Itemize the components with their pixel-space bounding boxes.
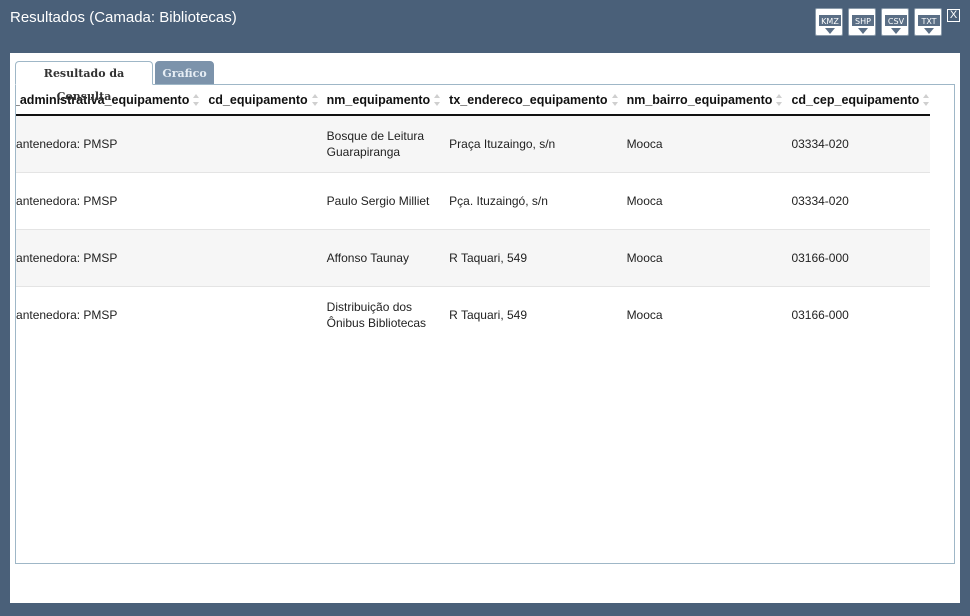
tab-resultado-da-consulta[interactable]: Resultado da Consulta: [15, 61, 153, 103]
svg-text:SHP: SHP: [855, 17, 871, 26]
cell-esfera: Unidade mantenedora: PMSP: [16, 172, 201, 230]
cell-nm: Distribuição dos Ônibus Bibliotecas: [318, 286, 442, 343]
results-table-viewport[interactable]: tx_esfera_administrativa_equipamento cd_…: [16, 85, 954, 343]
cell-cep: 03334-020: [783, 115, 931, 173]
sort-arrows-icon: [923, 94, 930, 107]
table-row[interactable]: Unidade mantenedora: PMSP Paulo Sergio M…: [16, 172, 931, 230]
window-title: Resultados (Camada: Bibliotecas): [10, 9, 237, 26]
export-txt-button[interactable]: TXT: [914, 8, 942, 36]
sort-arrows-icon: [776, 94, 783, 107]
cell-bairro: Mooca: [618, 286, 784, 343]
svg-text:TXT: TXT: [920, 17, 936, 26]
cell-endereco: Pça. Ituzaingó, s/n: [441, 172, 619, 230]
svg-text:KMZ: KMZ: [821, 17, 839, 26]
cell-cd: [200, 229, 319, 287]
cell-bairro: Mooca: [618, 172, 784, 230]
table-row[interactable]: Unidade mantenedora: PMSP Bosque de Leit…: [16, 115, 931, 173]
column-header[interactable]: cd_cep_equipamento: [783, 85, 931, 116]
csv-download-icon: CSV: [885, 15, 907, 34]
txt-download-icon: TXT: [918, 15, 940, 34]
sort-arrows-icon: [311, 94, 319, 107]
cell-nm: Affonso Taunay: [318, 229, 442, 287]
column-header[interactable]: cd_equipamento: [200, 85, 319, 116]
sort-arrows-icon: [193, 94, 200, 107]
table-row[interactable]: Unidade mantenedora: PMSP Distribuição d…: [16, 286, 931, 343]
export-shp-button[interactable]: SHP: [848, 8, 876, 36]
shp-download-icon: SHP: [852, 15, 874, 34]
window-content: Resultado da Consulta Grafico tx_esfera_…: [10, 53, 960, 603]
sort-arrows-icon: [434, 94, 441, 107]
cell-bairro: Mooca: [618, 229, 784, 287]
results-table: tx_esfera_administrativa_equipamento cd_…: [16, 85, 931, 343]
column-header[interactable]: tx_endereco_equipamento: [441, 85, 619, 116]
svg-text:CSV: CSV: [888, 17, 905, 26]
cell-cd: [200, 172, 319, 230]
cell-endereco: R Taquari, 549: [441, 229, 619, 287]
sort-arrows-icon: [611, 94, 619, 107]
cell-cd: [200, 115, 319, 173]
cell-esfera: Unidade mantenedora: PMSP: [16, 115, 201, 173]
cell-cd: [200, 286, 319, 343]
column-header[interactable]: nm_bairro_equipamento: [618, 85, 784, 116]
cell-cep: 03166-000: [783, 229, 931, 287]
cell-nm: Bosque de Leitura Guarapiranga: [318, 115, 442, 173]
export-csv-button[interactable]: CSV: [881, 8, 909, 36]
table-row[interactable]: Unidade mantenedora: PMSP Affonso Taunay…: [16, 229, 931, 287]
kmz-download-icon: KMZ: [819, 15, 841, 34]
column-header[interactable]: nm_equipamento: [318, 85, 442, 116]
cell-endereco: R Taquari, 549: [441, 286, 619, 343]
cell-esfera: Unidade mantenedora: PMSP: [16, 229, 201, 287]
tab-grafico[interactable]: Grafico: [155, 61, 214, 85]
export-kmz-button[interactable]: KMZ: [815, 8, 843, 36]
close-button[interactable]: X: [947, 9, 960, 22]
cell-bairro: Mooca: [618, 115, 784, 173]
table-header-row: tx_esfera_administrativa_equipamento cd_…: [16, 85, 931, 116]
cell-cep: 03166-000: [783, 286, 931, 343]
results-panel: tx_esfera_administrativa_equipamento cd_…: [15, 84, 955, 564]
cell-nm: Paulo Sergio Milliet: [318, 172, 442, 230]
cell-endereco: Praça Ituzaingo, s/n: [441, 115, 619, 173]
cell-cep: 03334-020: [783, 172, 931, 230]
cell-esfera: Unidade mantenedora: PMSP: [16, 286, 201, 343]
window-titlebar: Resultados (Camada: Bibliotecas) KMZ SHP…: [0, 0, 970, 52]
